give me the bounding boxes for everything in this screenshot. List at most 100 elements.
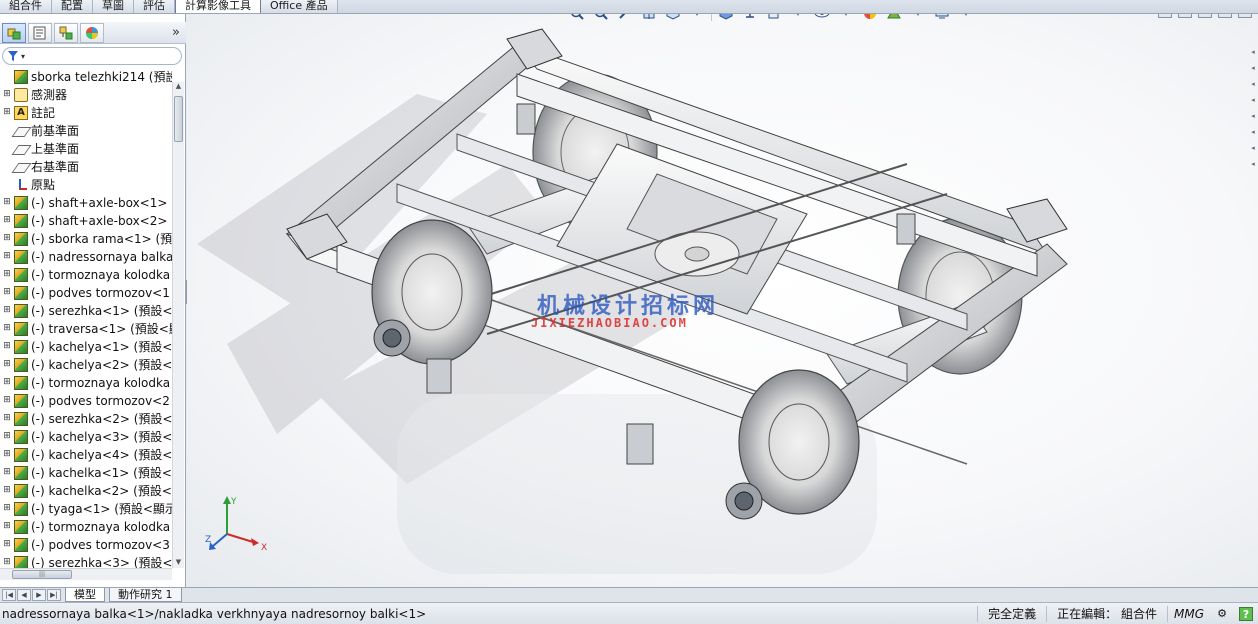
tab-office-products[interactable]: Office 產品 — [261, 0, 338, 13]
tree-item[interactable]: ⊞ (-) tormoznaya kolodka — [0, 518, 172, 536]
appearance-button[interactable] — [860, 14, 880, 23]
chevron-down-icon[interactable]: ▾ — [788, 14, 808, 23]
tree-item[interactable]: 原點 — [0, 176, 172, 194]
section-view-button[interactable] — [639, 14, 659, 23]
tree-item[interactable]: ⊞ (-) kachelya<3> (預設< — [0, 428, 172, 446]
tree-item[interactable]: ⊞ 感測器 — [0, 86, 172, 104]
help-icon[interactable]: ? — [1239, 606, 1253, 621]
tree-item[interactable]: ⊞ (-) tyaga<1> (預設<顯示 — [0, 500, 172, 518]
tree-item[interactable]: ⊞ (-) kachelya<1> (預設< — [0, 338, 172, 356]
scroll-thumb-horizontal[interactable]: ||| — [12, 570, 72, 579]
scene-button[interactable] — [884, 14, 904, 23]
expand-toggle-icon[interactable]: ⊞ — [2, 522, 12, 532]
expand-panel-icon[interactable]: » — [172, 25, 180, 40]
previous-view-button[interactable] — [615, 14, 635, 23]
display-style-button[interactable] — [716, 14, 736, 23]
property-manager-tab[interactable] — [28, 22, 52, 43]
tree-item[interactable]: ⊞ (-) tormoznaya kolodka — [0, 374, 172, 392]
expand-toggle-icon[interactable]: ⊞ — [2, 270, 12, 280]
tree-item[interactable]: 上基準面 — [0, 140, 172, 158]
bogie-assembly-model[interactable] — [187, 14, 1258, 587]
expand-toggle-icon[interactable]: ⊞ — [2, 306, 12, 316]
zoom-to-area-button[interactable] — [591, 14, 611, 23]
task-pane-arrow-icon[interactable]: ◂ — [1249, 128, 1257, 138]
chevron-down-icon[interactable]: ▾ — [956, 14, 976, 23]
expand-toggle-icon[interactable]: ⊞ — [2, 558, 12, 568]
expand-toggle-icon[interactable]: ⊞ — [2, 414, 12, 424]
tab-layout[interactable]: 配置 — [52, 0, 93, 13]
tree-item[interactable]: 前基準面 — [0, 122, 172, 140]
expand-toggle-icon[interactable]: ⊞ — [2, 432, 12, 442]
scroll-thumb[interactable] — [174, 96, 183, 142]
expand-toggle-icon[interactable]: ⊞ — [2, 450, 12, 460]
tab-render-tools[interactable]: 計算影像工具 — [175, 0, 261, 13]
last-tab-icon[interactable]: ▶| — [47, 589, 61, 601]
expand-toggle-icon[interactable]: ⊞ — [2, 252, 12, 262]
task-pane-arrow-icon[interactable]: ◂ — [1249, 112, 1257, 122]
tree-root-assembly[interactable]: sborka telezhki214 (預設< — [0, 68, 172, 86]
expand-toggle-icon[interactable]: ⊞ — [2, 234, 12, 244]
tree-item[interactable]: ⊞ (-) serezhka<1> (預設< — [0, 302, 172, 320]
tree-item[interactable]: ⊞ (-) sborka rama<1> (預 — [0, 230, 172, 248]
expand-toggle-icon[interactable]: ⊞ — [2, 540, 12, 550]
expand-toggle-icon[interactable]: ⊞ — [2, 342, 12, 352]
chevron-down-icon[interactable]: ▾ — [908, 14, 928, 23]
scroll-up-icon[interactable]: ▲ — [174, 82, 183, 92]
feature-tree-horizontal-scrollbar[interactable]: ||| — [0, 568, 172, 580]
tree-item[interactable]: ⊞ (-) serezhka<3> (預設< — [0, 554, 172, 568]
restore-icon[interactable]: ❐ — [1158, 14, 1172, 18]
tree-item[interactable]: ⊞ (-) podves tormozov<2 — [0, 392, 172, 410]
tree-item[interactable]: ⊞ (-) podves tormozov<3 — [0, 536, 172, 554]
close-icon[interactable]: ✕ — [1238, 14, 1252, 18]
minimize-icon[interactable]: – — [1198, 14, 1212, 18]
chevron-down-icon[interactable]: ▾ — [836, 14, 856, 23]
next-tab-icon[interactable]: ▶ — [32, 589, 46, 601]
task-pane-arrow-icon[interactable]: ◂ — [1249, 96, 1257, 106]
configuration-manager-tab[interactable] — [54, 22, 78, 43]
expand-toggle-icon[interactable]: ⊞ — [2, 90, 12, 100]
chevron-down-icon[interactable]: ▾ — [687, 14, 707, 23]
feature-tree-vertical-scrollbar[interactable]: ▲ ▼ — [172, 82, 184, 568]
rebuild-icon[interactable]: ⚙ — [1215, 607, 1229, 621]
hide-show-items-button[interactable] — [764, 14, 784, 23]
tree-item[interactable]: 右基準面 — [0, 158, 172, 176]
expand-toggle-icon[interactable]: ⊞ — [2, 198, 12, 208]
tree-item[interactable]: ⊞ (-) kachelya<4> (預設< — [0, 446, 172, 464]
tree-item[interactable]: ⊞ (-) traversa<1> (預設<顯 — [0, 320, 172, 338]
expand-toggle-icon[interactable]: ⊞ — [2, 216, 12, 226]
expand-toggle-icon[interactable]: ⊞ — [2, 486, 12, 496]
expand-toggle-icon[interactable]: ⊞ — [2, 288, 12, 298]
tree-item[interactable]: ⊞ (-) shaft+axle-box<2> — [0, 212, 172, 230]
tab-assembly[interactable]: 組合件 — [0, 0, 52, 13]
view-settings-button[interactable] — [932, 14, 952, 23]
move-triad-button[interactable] — [740, 14, 760, 23]
display-manager-tab[interactable] — [80, 22, 104, 43]
graphics-area[interactable]: 机械设计招标网 JIXIEZHAOBIAO.COM ▾ ▾ ▾ ▾ ▾ ❐ ▢ … — [187, 14, 1258, 587]
maximize-icon[interactable]: □ — [1218, 14, 1232, 18]
tree-item[interactable]: ⊞ A 註記 — [0, 104, 172, 122]
tree-item[interactable]: ⊞ (-) nadressornaya balka — [0, 248, 172, 266]
tree-item[interactable]: ⊞ (-) serezhka<2> (預設< — [0, 410, 172, 428]
expand-toggle-icon[interactable]: ⊞ — [2, 324, 12, 334]
expand-toggle-icon[interactable]: ⊞ — [2, 468, 12, 478]
tile-icon[interactable]: ▢ — [1178, 14, 1192, 18]
scroll-down-icon[interactable]: ▼ — [174, 558, 183, 568]
tree-item[interactable]: ⊞ (-) kachelka<1> (預設< — [0, 464, 172, 482]
unit-system-button[interactable]: MMG — [1166, 605, 1210, 622]
task-pane-arrow-icon[interactable]: ◂ — [1249, 64, 1257, 74]
previous-tab-icon[interactable]: ◀ — [17, 589, 31, 601]
expand-toggle-icon[interactable]: ⊞ — [2, 396, 12, 406]
tree-item[interactable]: ⊞ (-) kachelka<2> (預設< — [0, 482, 172, 500]
tab-evaluate[interactable]: 評估 — [134, 0, 175, 13]
tree-item[interactable]: ⊞ (-) tormoznaya kolodka — [0, 266, 172, 284]
first-tab-icon[interactable]: |◀ — [2, 589, 16, 601]
tab-sketch[interactable]: 草圖 — [93, 0, 134, 13]
task-pane-arrow-icon[interactable]: ◂ — [1249, 144, 1257, 154]
feature-tree-tab[interactable] — [2, 22, 26, 43]
expand-toggle-icon[interactable]: ⊞ — [2, 504, 12, 514]
tree-item[interactable]: ⊞ (-) kachelya<2> (預設< — [0, 356, 172, 374]
eye-button[interactable] — [812, 14, 832, 23]
expand-toggle-icon[interactable]: ⊞ — [2, 360, 12, 370]
expand-toggle-icon[interactable]: ⊞ — [2, 108, 12, 118]
view-orientation-button[interactable] — [663, 14, 683, 23]
